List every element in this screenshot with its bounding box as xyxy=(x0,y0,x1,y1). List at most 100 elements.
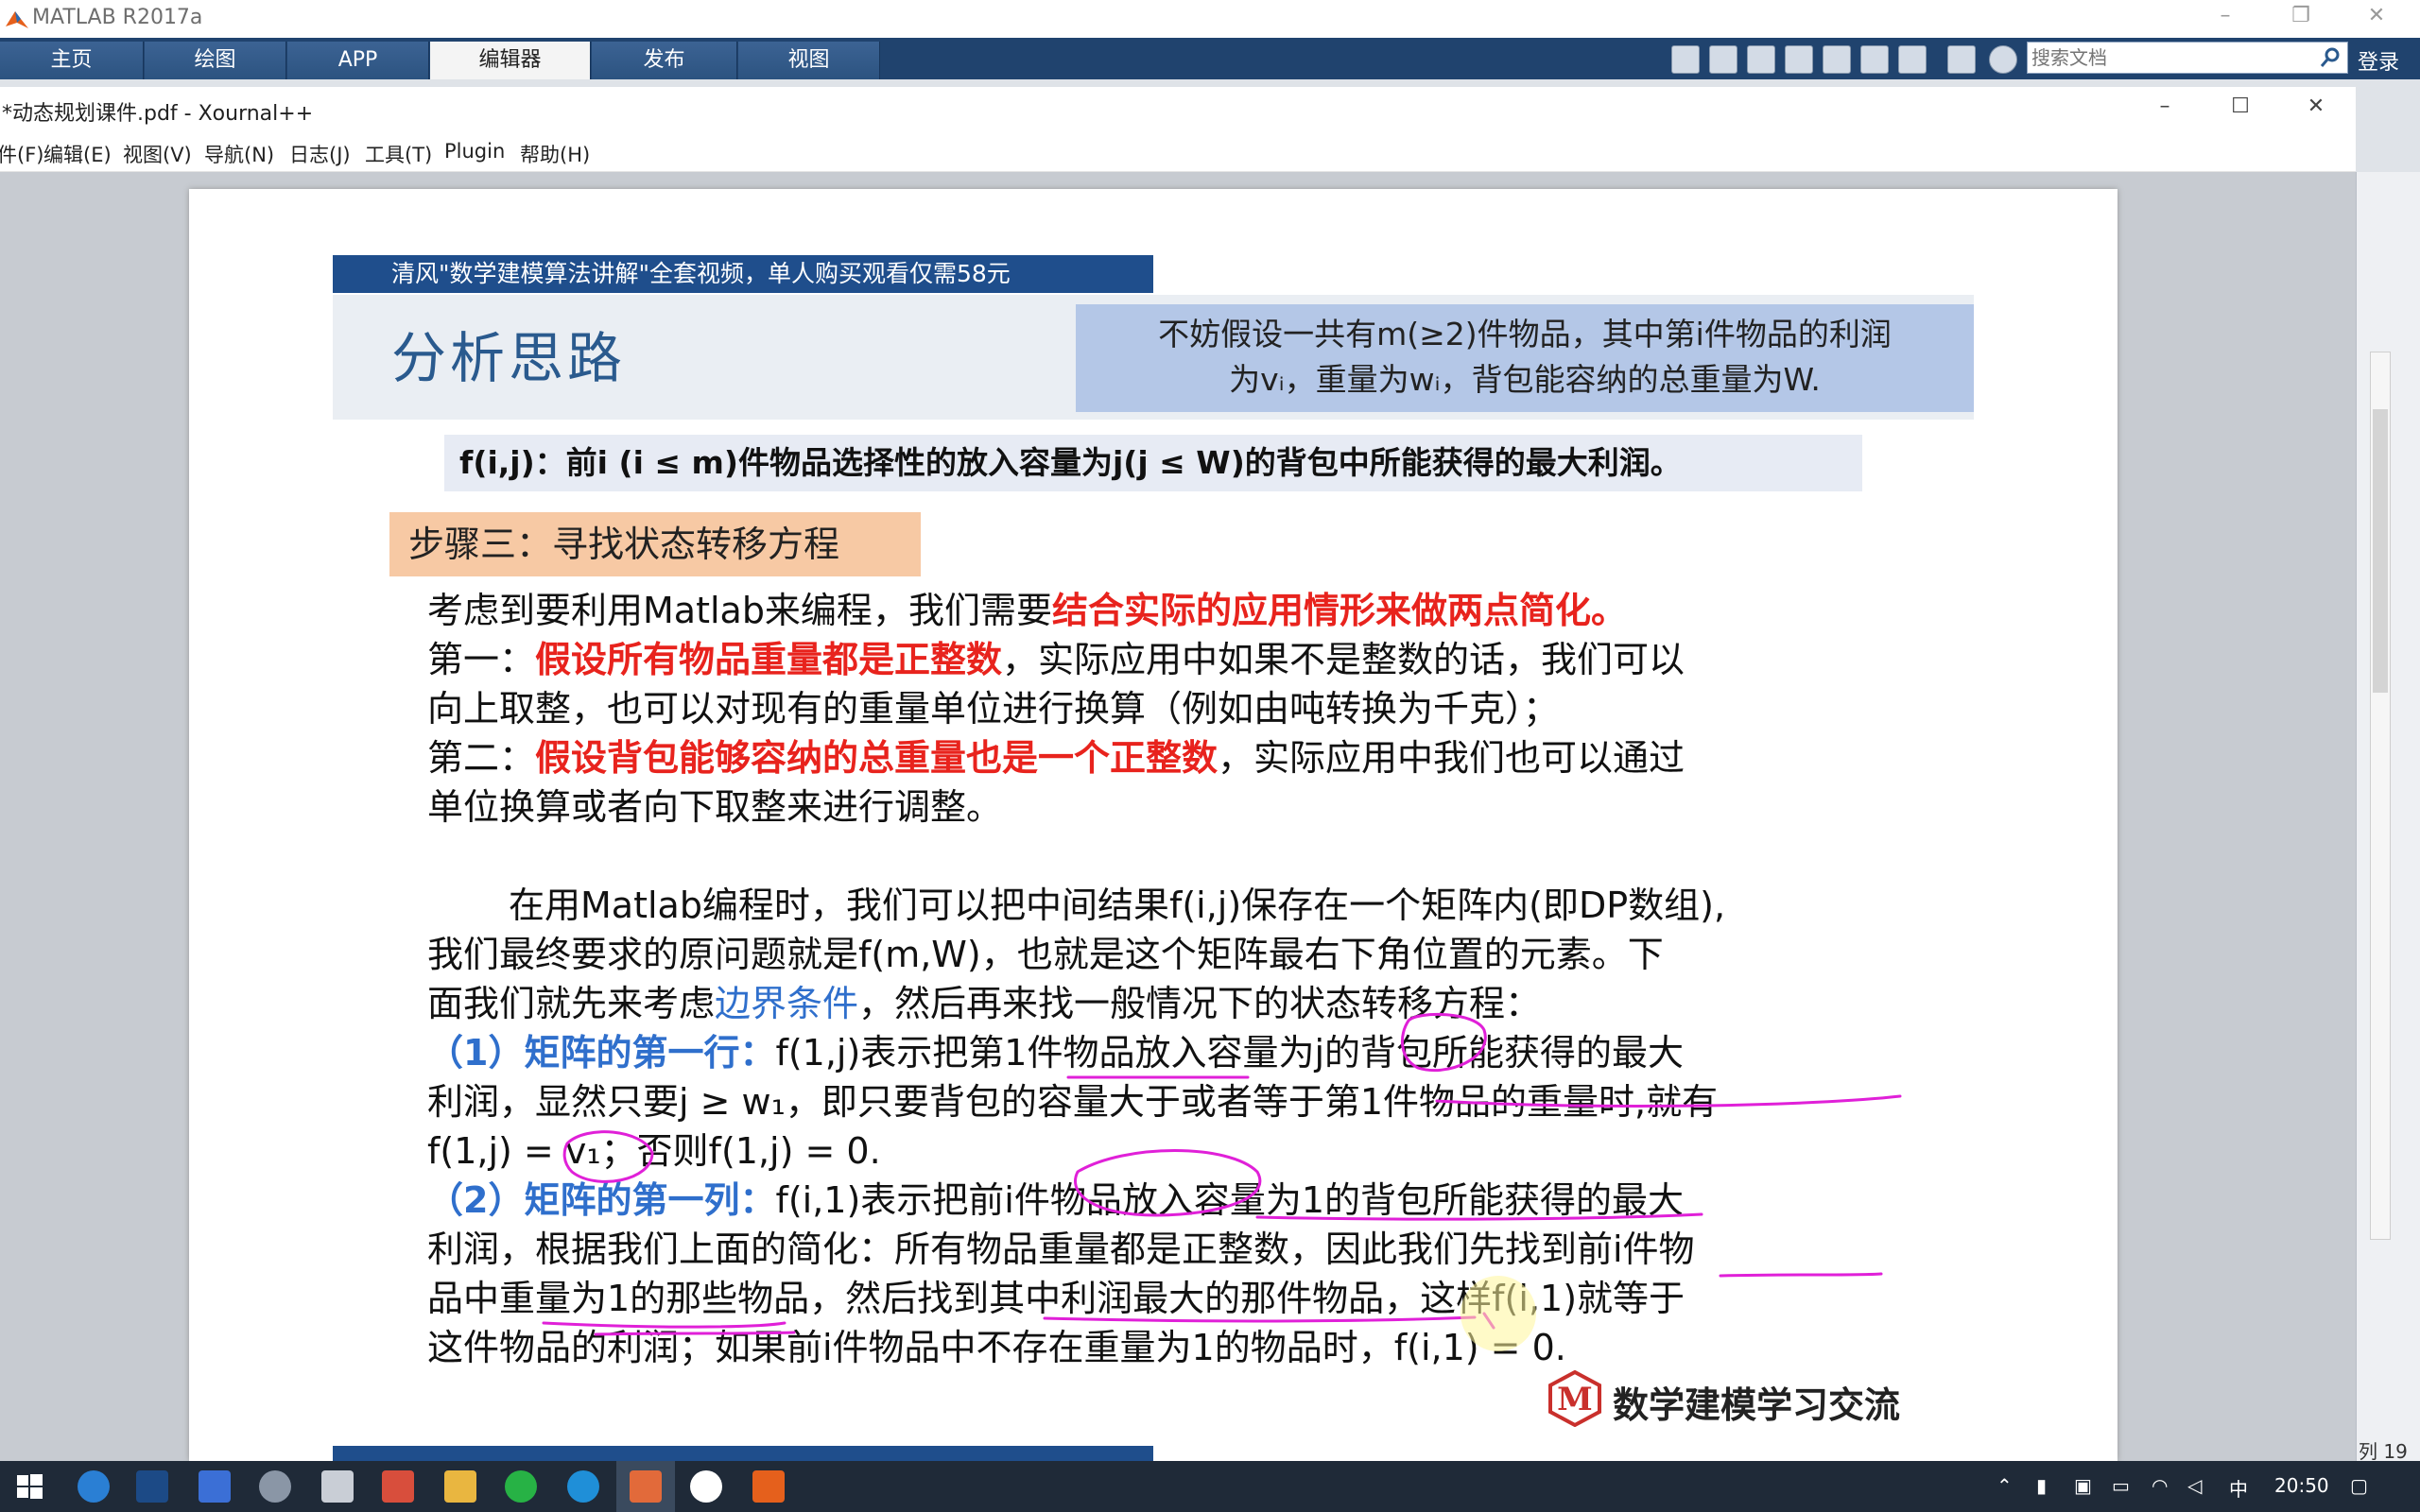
matlab-title-bar: MATLAB R2017a – ❐ ✕ xyxy=(0,0,2420,38)
menu-journal[interactable]: 日志(J) xyxy=(289,140,351,168)
windows-start-icon[interactable] xyxy=(13,1470,45,1503)
xournal-maximize-icon[interactable]: ☐ xyxy=(2221,94,2259,118)
save-icon[interactable] xyxy=(1709,45,1737,74)
clock[interactable]: 20:50 xyxy=(2274,1474,2329,1497)
r2-line-3: 品中重量为1的那些物品，然后找到其中利润最大的那件物品，这样f(i,1)就等于 xyxy=(427,1278,1685,1319)
undo-icon[interactable] xyxy=(1860,45,1889,74)
tab-editor[interactable]: 编辑器 xyxy=(430,42,591,79)
xournal-icon[interactable] xyxy=(630,1470,662,1503)
search-input[interactable] xyxy=(2028,43,2302,73)
p4-line-3a: 面我们就先来考虑 xyxy=(427,983,716,1024)
r2-line-2: 利润，根据我们上面的简化：所有物品重量都是正整数，因此我们先找到前i件物 xyxy=(427,1228,1695,1270)
redo-icon[interactable] xyxy=(1898,45,1927,74)
copy-icon[interactable] xyxy=(1785,45,1813,74)
minimize-icon[interactable]: – xyxy=(2206,4,2244,27)
usb-icon[interactable]: ▮ xyxy=(2036,1474,2047,1497)
help-icon[interactable] xyxy=(1989,45,2017,74)
close-icon[interactable]: ✕ xyxy=(2358,4,2395,27)
xournal-window-title: *动态规划课件.pdf - Xournal++ xyxy=(2,102,314,126)
xournal-close-icon[interactable]: ✕ xyxy=(2297,94,2335,118)
promo-banner: 清风"数学建模算法讲解"全套视频，单人购买观看仅需58元 xyxy=(333,255,1153,293)
p2-emphasis: 假设所有物品重量都是正整数 xyxy=(535,639,1003,680)
record-icon[interactable] xyxy=(690,1470,722,1503)
xournal-title-bar: *动态规划课件.pdf - Xournal++ – ☐ ✕ xyxy=(0,87,2356,134)
wechat-icon[interactable] xyxy=(505,1470,537,1503)
wifi-icon[interactable]: ◠ xyxy=(2152,1474,2168,1497)
r2-line-1: f(i,1)表示把前i件物品放入容量为1的背包所能获得的最大 xyxy=(775,1179,1685,1221)
definition-line-1: 不妨假设一共有m(≥2)件物品，其中第i件物品的利润 xyxy=(1158,316,1892,352)
p3-emphasis: 假设背包能够容纳的总重量也是一个正整数 xyxy=(535,737,1219,779)
tab-view[interactable]: 视图 xyxy=(738,42,880,79)
tab-apps[interactable]: APP xyxy=(287,42,429,79)
r2-line-4: 这件物品的利润；如果前i件物品中不存在重量为1的物品时，f(i,1) = 0. xyxy=(427,1327,1566,1368)
paste-icon[interactable] xyxy=(1823,45,1851,74)
menu-tools[interactable]: 工具(T) xyxy=(365,140,432,168)
problem-definition-box: 不妨假设一共有m(≥2)件物品，其中第i件物品的利润 为vᵢ，重量为wᵢ，背包能… xyxy=(1076,304,1974,412)
file-explorer-icon[interactable] xyxy=(444,1470,476,1503)
slide-title: 分析思路 xyxy=(391,326,627,390)
p4-line-3c: ，然后再来找一般情况下的状态转移方程： xyxy=(858,983,1542,1024)
tab-plots[interactable]: 绘图 xyxy=(145,42,286,79)
p1-emphasis: 结合实际的应用情形来做两点简化。 xyxy=(1051,590,1627,631)
battery-icon[interactable]: ▭ xyxy=(2112,1474,2130,1497)
column-indicator: 列 19 xyxy=(2359,1440,2408,1463)
app-icon-5[interactable] xyxy=(382,1470,414,1503)
tab-home[interactable]: 主页 xyxy=(0,42,144,79)
search-icon[interactable] xyxy=(2319,46,2342,69)
notification-icon[interactable]: ▢ xyxy=(2350,1474,2368,1497)
r1-line-1: f(1,j)表示把第1件物品放入容量为j的背包所能获得的最大 xyxy=(775,1032,1685,1074)
boundary-paragraph: 在用Matlab编程时，我们可以把中间结果f(i,j)保存在一个矩阵内(即DP数… xyxy=(427,881,1921,1372)
login-link[interactable]: 登录 xyxy=(2358,45,2399,76)
p3-text: ，实际应用中我们也可以通过 xyxy=(1218,737,1685,779)
ie-icon[interactable] xyxy=(78,1470,110,1503)
matlab-logo-icon xyxy=(6,11,28,28)
p4-line-1: 在用Matlab编程时，我们可以把中间结果f(i,j)保存在一个矩阵内(即DP数… xyxy=(509,885,1726,926)
p1-text: 考虑到要利用Matlab来编程，我们需要 xyxy=(427,590,1052,631)
p2-text: ，实际应用中如果不是整数的话，我们可以 xyxy=(1002,639,1685,680)
r1-line-2: 利润，显然只要j ≥ w₁，即只要背包的容量大于或者等于第1件物品的重量时,就有 xyxy=(427,1081,1719,1123)
xournal-menu-bar: 文件(F) 编辑(E) 视图(V) 导航(N) 日志(J) 工具(T) Plug… xyxy=(0,134,2356,172)
side-scrollbar[interactable] xyxy=(2370,352,2391,1240)
menu-help[interactable]: 帮助(H) xyxy=(520,140,590,168)
menu-plugin[interactable]: Plugin xyxy=(444,140,505,163)
slide-header: 分析思路 不妨假设一共有m(≥2)件物品，其中第i件物品的利润 为vᵢ，重量为w… xyxy=(333,295,1974,420)
ime-indicator[interactable]: 中 xyxy=(2229,1474,2248,1502)
logo-letter: M xyxy=(1557,1381,1593,1418)
xournal-minimize-icon[interactable]: – xyxy=(2146,94,2184,118)
restore-icon[interactable]: ❐ xyxy=(2282,4,2320,27)
p3-prefix: 第二： xyxy=(427,737,536,779)
first-column-label: （2）矩阵的第一列： xyxy=(427,1179,776,1221)
app-icon-3[interactable] xyxy=(259,1470,291,1503)
open-file-icon[interactable] xyxy=(1671,45,1700,74)
edge-icon[interactable] xyxy=(567,1470,599,1503)
step-label: 步骤三：寻找状态转移方程 xyxy=(389,512,921,576)
app-icon-4[interactable] xyxy=(321,1470,354,1503)
definition-line-2: 为vᵢ，重量为wᵢ，背包能容纳的总重量为W. xyxy=(1229,361,1821,398)
scrollbar-thumb[interactable] xyxy=(2373,409,2388,693)
brand-text: 数学建模学习交流 xyxy=(1613,1384,1901,1426)
volume-icon[interactable]: ◁ xyxy=(2187,1474,2202,1497)
network-icon[interactable]: ▣ xyxy=(2074,1474,2092,1497)
menu-navigate[interactable]: 导航(N) xyxy=(204,140,274,168)
simplification-paragraph: 考虑到要利用Matlab来编程，我们需要结合实际的应用情形来做两点简化。 第一：… xyxy=(427,586,1921,832)
boundary-condition-term: 边界条件 xyxy=(715,983,859,1024)
p4-line-2: 我们最终要求的原问题就是f(m,W)，也就是这个矩阵最右下角位置的元素。下 xyxy=(427,934,1664,975)
cut-icon[interactable] xyxy=(1747,45,1775,74)
app-icon-1[interactable] xyxy=(136,1470,168,1503)
windows-taskbar: ⌃ ▮ ▣ ▭ ◠ ◁ 中 20:50 ▢ xyxy=(0,1461,2420,1512)
matlab-side-panel: 列 19 xyxy=(2356,172,2420,1463)
first-row-label: （1）矩阵的第一行： xyxy=(427,1032,776,1074)
chevron-up-icon[interactable]: ⌃ xyxy=(1996,1474,2013,1497)
switch-windows-icon[interactable] xyxy=(1947,45,1976,74)
pdf-page[interactable]: 清风"数学建模算法讲解"全套视频，单人购买观看仅需58元 分析思路 不妨假设一共… xyxy=(189,189,2118,1461)
p3-continued: 单位换算或者向下取整来进行调整。 xyxy=(427,786,1003,828)
menu-file[interactable]: 文件(F) xyxy=(0,140,43,168)
menu-edit[interactable]: 编辑(E) xyxy=(43,140,112,168)
footer-band xyxy=(333,1446,1153,1461)
matlab-taskbar-icon[interactable] xyxy=(752,1470,785,1503)
tab-publish[interactable]: 发布 xyxy=(592,42,737,79)
documentation-search[interactable] xyxy=(2027,42,2348,74)
matlab-window-title: MATLAB R2017a xyxy=(32,6,203,29)
menu-view[interactable]: 视图(V) xyxy=(123,140,192,168)
app-icon-2[interactable] xyxy=(199,1470,231,1503)
